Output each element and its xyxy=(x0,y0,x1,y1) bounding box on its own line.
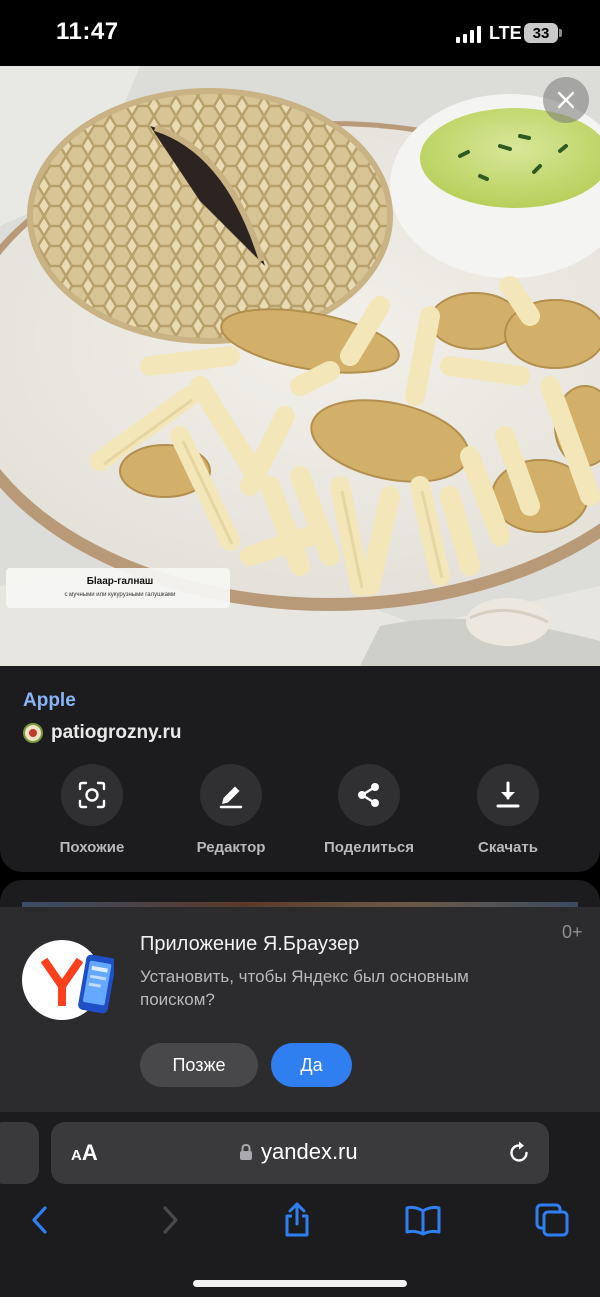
tabs-icon xyxy=(535,1203,569,1237)
chevron-left-icon xyxy=(32,1206,47,1234)
similar-button[interactable]: Похожие xyxy=(22,764,162,856)
cellular-signal-icon xyxy=(456,25,484,43)
forward-button[interactable] xyxy=(150,1200,190,1240)
tabs-button[interactable] xyxy=(532,1200,572,1240)
food-illustration: Бlаар-галнаш с мучными или кукурузными г… xyxy=(0,66,600,666)
later-button[interactable]: Позже xyxy=(140,1043,258,1087)
pencil-icon xyxy=(219,786,243,809)
battery-icon: 33 xyxy=(524,23,558,43)
bookmarks-button[interactable] xyxy=(403,1200,443,1240)
lock-icon xyxy=(240,1143,252,1160)
reader-settings-button[interactable]: AA xyxy=(71,1140,98,1166)
battery-tip xyxy=(559,29,562,37)
source-title-link[interactable]: Apple xyxy=(23,690,76,712)
network-type: LTE xyxy=(489,23,522,43)
age-rating-badge: 0+ xyxy=(562,922,583,942)
browser-toolbar: AA yandex.ru xyxy=(0,1112,600,1297)
home-indicator xyxy=(193,1280,407,1287)
yes-button[interactable]: Да xyxy=(271,1043,352,1087)
status-time: 11:47 xyxy=(56,18,119,45)
banner-description: Установить, чтобы Яндекс был основным по… xyxy=(140,967,469,1009)
yandex-browser-banner: Приложение Я.Браузер Установить, чтобы Я… xyxy=(0,907,600,1112)
previous-tab-preview[interactable] xyxy=(0,1122,39,1184)
status-bar: 11:47 LTE 33 xyxy=(0,0,600,66)
chevron-right-icon xyxy=(163,1206,178,1234)
url-display[interactable]: yandex.ru xyxy=(239,1139,358,1165)
download-button[interactable]: Скачать xyxy=(438,764,578,856)
download-label: Скачать xyxy=(478,839,538,856)
source-site-link[interactable]: patiogrozny.ru xyxy=(23,722,182,744)
similar-label: Похожие xyxy=(59,839,125,856)
image-info-card: Apple patiogrozny.ru Похожие Редактор По… xyxy=(0,666,600,872)
share-page-button[interactable] xyxy=(277,1200,317,1240)
share-sheet-icon xyxy=(285,1202,309,1237)
battery-level: 33 xyxy=(532,24,550,42)
photo-caption-title: Бlаар-галнаш xyxy=(87,576,154,587)
reload-icon xyxy=(510,1141,528,1162)
site-favicon-icon xyxy=(23,723,43,743)
aa-large: A xyxy=(81,1140,98,1165)
editor-label: Редактор xyxy=(196,839,266,856)
back-button[interactable] xyxy=(20,1200,60,1240)
photo-caption-subtitle: с мучными или кукурузными галушками xyxy=(64,592,175,598)
book-icon xyxy=(405,1205,441,1236)
site-domain: patiogrozny.ru xyxy=(51,722,182,743)
share-icon xyxy=(358,783,379,807)
address-bar[interactable]: AA yandex.ru xyxy=(51,1122,549,1184)
food-photo[interactable]: Бlаар-галнаш с мучными или кукурузными г… xyxy=(0,66,600,666)
reload-button[interactable] xyxy=(505,1139,533,1167)
close-button[interactable] xyxy=(543,77,589,123)
banner-title: Приложение Я.Браузер xyxy=(140,933,360,955)
editor-button[interactable]: Редактор xyxy=(161,764,301,856)
share-button[interactable]: Поделиться xyxy=(299,764,439,856)
yandex-browser-logo-icon xyxy=(22,940,114,1020)
aa-small: A xyxy=(71,1147,82,1164)
url-text: yandex.ru xyxy=(261,1139,358,1164)
close-icon xyxy=(557,91,575,109)
scan-icon xyxy=(78,781,106,809)
download-icon xyxy=(496,781,520,808)
share-label: Поделиться xyxy=(323,839,415,856)
